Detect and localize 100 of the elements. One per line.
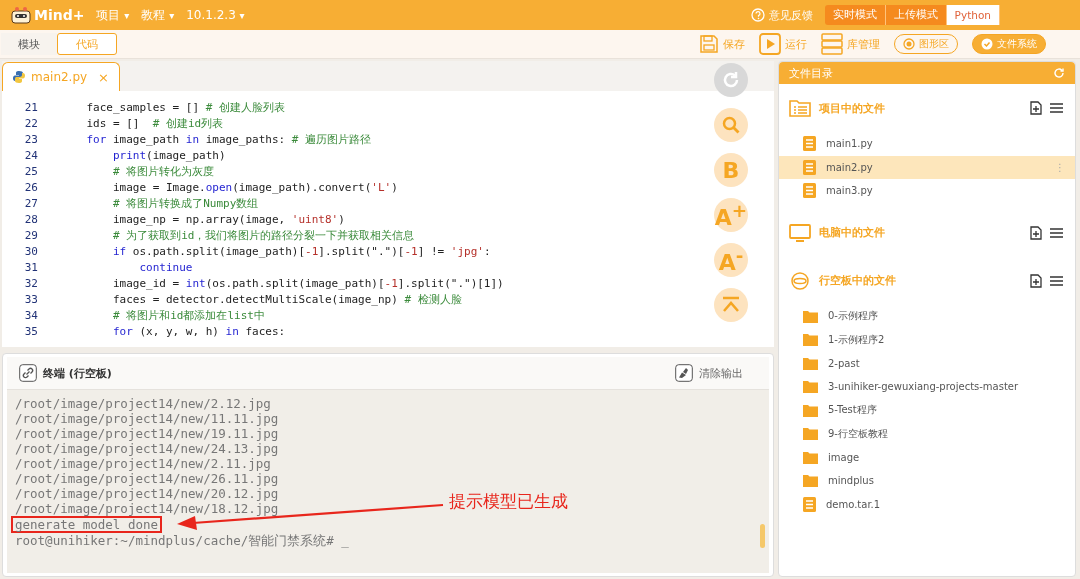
- refresh-icon: [721, 70, 741, 90]
- code-line: for image_path in image_paths: # 遍历图片路径: [85, 131, 372, 147]
- file-item[interactable]: 0-示例程序: [779, 304, 1075, 328]
- file-icon: [803, 183, 816, 199]
- terminal-line: /root/image/project14/new/19.11.jpg: [15, 426, 279, 441]
- view-tab[interactable]: 代码: [57, 33, 117, 55]
- folder-icon: [803, 309, 818, 323]
- line-number: 33: [23, 292, 39, 306]
- line-number: 29: [23, 228, 39, 242]
- board-icon: [789, 271, 811, 290]
- python-icon: [13, 71, 25, 83]
- file-item[interactable]: 1-示例程序2: [779, 328, 1075, 352]
- line-number: 31: [23, 260, 39, 274]
- terminal-line: /root/image/project14/new/20.12.jpg: [15, 486, 279, 501]
- annotation-label: 提示模型已生成: [449, 490, 568, 513]
- new-file-icon[interactable]: [1030, 225, 1042, 240]
- code-line: continue: [138, 260, 193, 274]
- app-logo: Mind+: [34, 7, 85, 23]
- terminal-line: /root/image/project14/new/26.11.jpg: [15, 471, 279, 486]
- link-icon: [19, 364, 37, 382]
- code-line: print(image_path): [111, 148, 226, 162]
- code-line: image = Image.open(image_path).convert('L'): [111, 180, 398, 194]
- mode-tab[interactable]: 上传模式: [885, 5, 947, 25]
- line-number: 27: [23, 196, 39, 210]
- check-icon: [981, 38, 993, 50]
- menu-icon[interactable]: [1050, 274, 1063, 287]
- clear-output-button[interactable]: 清除输出: [675, 364, 743, 382]
- code-line: image_np = np.array(image, 'uint8'): [111, 212, 345, 226]
- folder-icon: [803, 450, 818, 464]
- line-number: 23: [23, 132, 39, 146]
- terminal-line: /root/image/project14/new/18.12.jpg: [15, 501, 279, 516]
- menu-dropdown[interactable]: 项目 ▾: [96, 6, 130, 24]
- font-tool-button[interactable]: B: [714, 153, 748, 187]
- line-number: 30: [23, 244, 39, 258]
- help-icon: [750, 8, 765, 22]
- feedback-button[interactable]: 意见反馈: [750, 7, 813, 23]
- line-number: 24: [23, 148, 39, 162]
- file-item[interactable]: mindplus: [779, 469, 1075, 493]
- file-item[interactable]: main3.py: [779, 179, 1075, 203]
- menu-icon[interactable]: [1050, 226, 1063, 239]
- file-tab[interactable]: main2.py ×: [2, 62, 120, 91]
- file-item[interactable]: demo.tar.1: [779, 492, 1075, 516]
- panel-title: 文件目录: [789, 65, 833, 81]
- code-line: faces = detector.detectMultiScale(image_np) # 检测人脸: [111, 291, 462, 307]
- section-title: 电脑中的文件: [819, 225, 885, 240]
- radio-icon: [903, 38, 915, 50]
- file-item[interactable]: image: [779, 445, 1075, 469]
- file-system-button[interactable]: 文件系统: [972, 34, 1046, 54]
- file-icon: [803, 159, 816, 175]
- save-icon: [699, 34, 719, 54]
- terminal-line: /root/image/project14/new/11.11.jpg: [15, 411, 279, 426]
- library-button[interactable]: 库管理: [821, 33, 880, 55]
- code-line: face_samples = [] # 创建人脸列表: [85, 99, 285, 115]
- terminal-line: /root/image/project14/new/24.13.jpg: [15, 441, 279, 456]
- monitor-icon: [789, 223, 811, 242]
- terminal-line: /root/image/project14/new/2.11.jpg: [15, 456, 271, 471]
- broom-icon: [675, 364, 693, 382]
- code-line: for (x, y, w, h) in faces:: [111, 324, 286, 338]
- robot-logo-icon: [10, 6, 32, 24]
- mode-tab[interactable]: Python: [946, 5, 1000, 25]
- folder-list-icon: [789, 99, 811, 117]
- view-tab[interactable]: 模块: [1, 33, 57, 55]
- folder-icon: [803, 427, 818, 441]
- folder-icon: [803, 474, 818, 488]
- font-tool-button[interactable]: A$^{-}$: [714, 243, 748, 277]
- file-item[interactable]: 2-past: [779, 351, 1075, 375]
- save-button[interactable]: 保存: [699, 34, 745, 54]
- folder-icon: [803, 403, 818, 417]
- section-title: 行空板中的文件: [819, 273, 896, 288]
- folder-icon: [803, 380, 818, 394]
- menu-dropdown[interactable]: 10.1.2.3 ▾: [186, 8, 245, 22]
- code-line: image_id = int(os.path.split(image_path)[-1].split(".")[1]): [111, 276, 504, 290]
- menu-dropdown[interactable]: 教程 ▾: [141, 6, 175, 24]
- folder-icon: [803, 333, 818, 347]
- play-icon: [759, 33, 781, 55]
- code-line: # 将图片转换成了Numpy数组: [111, 195, 259, 211]
- new-file-icon[interactable]: [1030, 273, 1042, 288]
- font-tool-button[interactable]: A$^{+}$: [714, 198, 748, 232]
- mode-tab[interactable]: 实时模式: [824, 5, 886, 25]
- section-title: 项目中的文件: [819, 100, 885, 116]
- menu-icon[interactable]: [1050, 102, 1063, 114]
- server-icon: [821, 33, 843, 55]
- new-file-icon[interactable]: [1030, 101, 1042, 115]
- code-line: # 将图片转化为灰度: [111, 163, 215, 179]
- close-button[interactable]: ×: [98, 69, 109, 85]
- run-button[interactable]: 运行: [759, 33, 807, 55]
- scrollbar-thumb[interactable]: [760, 524, 765, 548]
- file-item[interactable]: 5-Test程序: [779, 398, 1075, 422]
- terminal-title: 终端 (行空板): [43, 365, 112, 381]
- file-item[interactable]: 3-unihiker-gewuxiang-projects-master: [779, 375, 1075, 399]
- file-item[interactable]: main1.py: [779, 132, 1075, 156]
- code-line: # 为了获取到id，我们将图片的路径分裂一下并获取相关信息: [111, 227, 415, 243]
- file-item[interactable]: 9-行空板教程: [779, 422, 1075, 446]
- line-number: 22: [23, 116, 39, 130]
- terminal-line: root@unihiker:~/mindplus/cache/智能门禁系统# _: [15, 533, 349, 548]
- line-number: 32: [23, 276, 39, 290]
- folder-icon: [803, 356, 818, 370]
- search-icon: [721, 115, 741, 135]
- file-item[interactable]: main2.py ⋮: [779, 155, 1075, 179]
- line-number: 25: [23, 164, 39, 178]
